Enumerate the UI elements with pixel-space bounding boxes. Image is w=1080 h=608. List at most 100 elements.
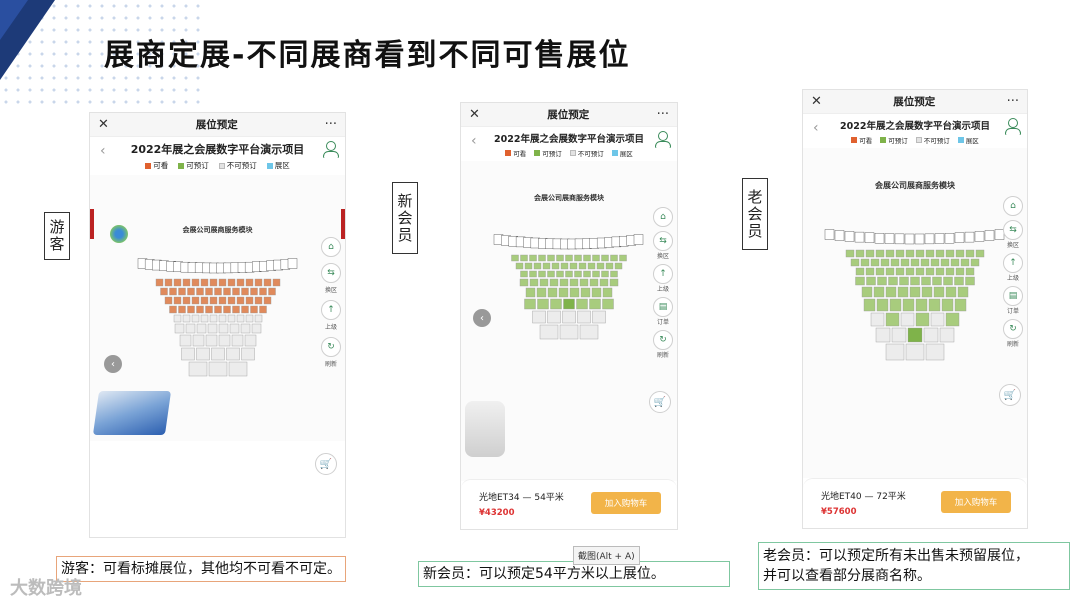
- booth-cell[interactable]: [954, 232, 965, 243]
- booth-cell[interactable]: [905, 267, 915, 276]
- floor-map[interactable]: 会展公司展商服务模块 ‹: [461, 161, 677, 481]
- booth-cell[interactable]: [263, 278, 272, 287]
- user-icon[interactable]: [1005, 118, 1021, 135]
- order-icon[interactable]: ▤: [1003, 286, 1023, 306]
- booth-cell[interactable]: [525, 287, 536, 298]
- booth-cell[interactable]: [941, 298, 954, 312]
- booth-cell[interactable]: [587, 262, 596, 270]
- close-icon[interactable]: ✕: [469, 107, 480, 122]
- booth-cell[interactable]: [537, 298, 549, 310]
- booth-cell[interactable]: [559, 278, 569, 287]
- booth-cell[interactable]: [614, 262, 623, 270]
- booth-cell[interactable]: [244, 334, 257, 347]
- booth-cell[interactable]: [236, 278, 245, 287]
- booth-cell[interactable]: [574, 270, 582, 278]
- booth-cell[interactable]: [181, 347, 195, 361]
- booth-cell[interactable]: [596, 262, 605, 270]
- booth-cell[interactable]: [542, 262, 551, 270]
- booth-cell[interactable]: [232, 305, 240, 314]
- booth-cell[interactable]: [945, 249, 955, 258]
- booth-cell[interactable]: [155, 278, 164, 287]
- booth-cell[interactable]: [907, 327, 923, 343]
- booth-cell[interactable]: [591, 287, 602, 298]
- booth-cell[interactable]: [602, 298, 614, 310]
- switch-area-icon[interactable]: ⇆: [321, 263, 341, 283]
- booth-cell[interactable]: [925, 343, 945, 361]
- booth-cell[interactable]: [574, 254, 582, 262]
- booth-cell[interactable]: [885, 286, 897, 298]
- booth-cell[interactable]: [558, 287, 569, 298]
- switch-area-icon[interactable]: ⇆: [653, 231, 673, 251]
- booth-cell[interactable]: [254, 278, 263, 287]
- booth-cell[interactable]: [945, 286, 957, 298]
- booth-cell[interactable]: [934, 233, 945, 244]
- booth-cell[interactable]: [569, 262, 578, 270]
- booth-cell[interactable]: [875, 249, 885, 258]
- booth-cell[interactable]: [945, 267, 955, 276]
- booth-cell[interactable]: [960, 258, 970, 267]
- user-icon[interactable]: [655, 131, 671, 148]
- add-to-cart-button[interactable]: 加入购物车: [591, 492, 661, 514]
- booth-cell[interactable]: [592, 270, 600, 278]
- booth-cell[interactable]: [191, 296, 200, 305]
- home-icon[interactable]: ⌂: [321, 237, 341, 257]
- booth-cell[interactable]: [897, 286, 909, 298]
- booth-cell[interactable]: [844, 231, 855, 242]
- booth-cell[interactable]: [955, 249, 965, 258]
- booth-cell[interactable]: [207, 323, 218, 334]
- booth-cell[interactable]: [589, 278, 599, 287]
- booth-cell[interactable]: [538, 254, 546, 262]
- booth-cell[interactable]: [928, 298, 941, 312]
- booth-cell[interactable]: [870, 312, 885, 327]
- booth-cell[interactable]: [924, 233, 935, 245]
- booth-cell[interactable]: [179, 334, 192, 347]
- cart-icon[interactable]: 🛒: [315, 453, 337, 475]
- booth-cell[interactable]: [192, 334, 205, 347]
- booth-cell[interactable]: [965, 249, 975, 258]
- booth-cell[interactable]: [178, 287, 186, 296]
- booth-cell[interactable]: [954, 298, 967, 312]
- booth-cell[interactable]: [915, 249, 925, 258]
- booth-cell[interactable]: [200, 296, 209, 305]
- booth-cell[interactable]: [885, 343, 905, 361]
- booth-cell[interactable]: [863, 298, 876, 312]
- booth-cell[interactable]: [633, 234, 644, 245]
- booth-cell[interactable]: [900, 312, 915, 327]
- booth-cell[interactable]: [944, 233, 955, 244]
- booth-cell[interactable]: [529, 278, 539, 287]
- booth-cell[interactable]: [854, 231, 865, 243]
- booth-cell[interactable]: [589, 298, 601, 310]
- booth-cell[interactable]: [877, 276, 887, 286]
- booth-cell[interactable]: [850, 258, 860, 267]
- booth-cell[interactable]: [562, 310, 576, 324]
- booth-cell[interactable]: [834, 230, 845, 241]
- booth-cell[interactable]: [205, 287, 213, 296]
- booth-cell[interactable]: [920, 258, 930, 267]
- booth-cell[interactable]: [576, 298, 588, 310]
- booth-cell[interactable]: [200, 278, 209, 287]
- booth-cell[interactable]: [602, 287, 613, 298]
- booth-cell[interactable]: [914, 233, 925, 245]
- booth-cell[interactable]: [227, 296, 236, 305]
- switch-area-icon[interactable]: ⇆: [1003, 220, 1023, 240]
- floor-map[interactable]: 会展公司展商服务模块 ‹: [90, 175, 345, 441]
- booth-cell[interactable]: [251, 323, 262, 334]
- booth-cell[interactable]: [984, 230, 995, 241]
- booth-cell[interactable]: [231, 334, 244, 347]
- booth-cell[interactable]: [227, 314, 236, 323]
- booth-cell[interactable]: [915, 267, 925, 276]
- booth-cell[interactable]: [601, 254, 609, 262]
- booth-cell[interactable]: [196, 323, 207, 334]
- booth-cell[interactable]: [569, 278, 579, 287]
- booth-cell[interactable]: [218, 278, 227, 287]
- booth-cell[interactable]: [287, 258, 298, 269]
- more-icon[interactable]: ···: [657, 107, 669, 122]
- booth-cell[interactable]: [173, 296, 182, 305]
- booth-cell[interactable]: [885, 267, 895, 276]
- booth-cell[interactable]: [950, 258, 960, 267]
- booth-cell[interactable]: [227, 278, 236, 287]
- booth-cell[interactable]: [169, 305, 177, 314]
- booth-cell[interactable]: [536, 287, 547, 298]
- home-icon[interactable]: ⌂: [653, 207, 673, 227]
- booth-cell[interactable]: [579, 324, 599, 340]
